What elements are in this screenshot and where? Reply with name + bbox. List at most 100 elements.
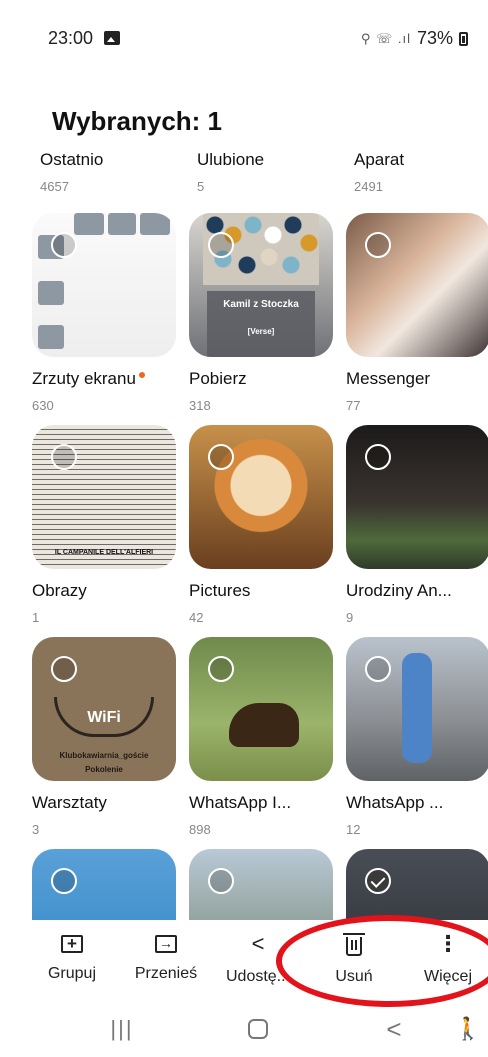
group-button[interactable]: Grupuj [32, 932, 112, 983]
status-indicators: ⚲ ☏ .ıl 73% [361, 28, 468, 49]
album-name: Obrazy [32, 581, 87, 600]
album-pobierz[interactable]: Kamil z Stoczka [Verse] Pobierz 318 [189, 213, 333, 413]
album-row4-1[interactable] [32, 849, 176, 920]
action-label: Usuń [335, 968, 373, 985]
album-ulubione[interactable]: Ulubione 5 [197, 152, 341, 194]
status-bar: 23:00 ⚲ ☏ .ıl 73% [0, 28, 488, 52]
system-nav-bar: ||| < 🚶 [0, 1000, 488, 1057]
select-circle[interactable] [365, 444, 391, 470]
album-thumbnail[interactable]: Kamil z Stoczka [Verse] [189, 213, 333, 357]
album-thumbnail[interactable] [189, 849, 333, 920]
album-name: Messenger [346, 369, 431, 388]
album-name: Ostatnio [40, 152, 104, 169]
back-icon: < [386, 1013, 402, 1044]
album-name: Ulubione [197, 152, 265, 169]
album-name: WhatsApp ... [346, 793, 444, 812]
album-count: 5 [197, 179, 205, 194]
new-items-dot [138, 372, 145, 378]
move-button[interactable]: Przenieś [126, 932, 206, 983]
album-whatsapp-other[interactable]: WhatsApp ... 12 [346, 637, 488, 837]
select-circle[interactable] [208, 656, 234, 682]
delete-button[interactable]: Usuń [314, 932, 394, 986]
dog-photo [229, 703, 299, 747]
album-count: 77 [346, 398, 361, 413]
album-warsztaty[interactable]: WiFi Klubokawiarnia_goście Pokolenie War… [32, 637, 176, 837]
album-whatsapp-images[interactable]: WhatsApp I... 898 [189, 637, 333, 837]
share-button[interactable]: < Udostę... [218, 932, 298, 986]
select-circle[interactable] [51, 444, 77, 470]
accessibility-icon: 🚶 [454, 1016, 482, 1041]
album-thumbnail[interactable] [346, 213, 488, 357]
album-thumbnail[interactable] [32, 849, 176, 920]
album-name: Aparat [354, 152, 405, 169]
thumb-title: WiFi [87, 709, 121, 726]
album-zrzuty-ekranu[interactable]: Zrzuty ekranu 630 [32, 213, 176, 413]
album-pictures[interactable]: Pictures 42 [189, 425, 333, 625]
album-count: 1 [32, 610, 40, 625]
album-count: 318 [189, 398, 211, 413]
move-icon [155, 935, 177, 953]
album-count: 2491 [354, 179, 383, 194]
album-thumbnail[interactable] [189, 637, 333, 781]
more-button[interactable]: ⋮ Więcej [408, 932, 488, 986]
album-aparat[interactable]: Aparat 2491 [354, 152, 488, 194]
recent-apps-button[interactable]: ||| [102, 1014, 142, 1044]
album-obrazy[interactable]: IL CAMPANILE DELL'ALFIERI Obrazy 1 [32, 425, 176, 625]
album-count: 12 [346, 822, 361, 837]
album-thumbnail[interactable] [346, 425, 488, 569]
selected-check-icon[interactable] [365, 868, 391, 894]
album-name: Pobierz [189, 369, 247, 388]
action-label: Grupuj [47, 965, 97, 982]
thumb-caption: IL CAMPANILE DELL'ALFIERI [54, 549, 154, 556]
album-thumbnail[interactable] [346, 849, 488, 920]
status-time: 23:00 [48, 28, 94, 48]
selection-action-bar: Grupuj Przenieś < Udostę... Usuń ⋮ Więce… [0, 920, 488, 1000]
album-row4-3-selected[interactable] [346, 849, 488, 920]
select-circle[interactable] [51, 656, 77, 682]
select-circle[interactable] [51, 868, 77, 894]
back-button[interactable]: < [374, 1014, 414, 1044]
thumb-subtitle: [Verse] [247, 327, 275, 336]
album-urodziny[interactable]: Urodziny An... 9 [346, 425, 488, 625]
thumb-subcaption: Pokolenie [85, 765, 123, 774]
select-circle[interactable] [51, 232, 77, 258]
album-count: 3 [32, 822, 40, 837]
album-name: Pictures [189, 581, 251, 600]
share-icon: < [251, 931, 265, 956]
network-signal-icon: ⚲ ☏ .ıl [360, 30, 411, 46]
album-row4-2[interactable] [189, 849, 333, 920]
album-name: Urodziny An... [346, 581, 452, 600]
select-circle[interactable] [208, 868, 234, 894]
album-thumbnail[interactable] [189, 425, 333, 569]
album-count: 4657 [40, 179, 69, 194]
select-circle[interactable] [365, 656, 391, 682]
person-photo [402, 653, 432, 763]
album-count: 898 [189, 822, 211, 837]
album-thumbnail[interactable]: WiFi Klubokawiarnia_goście Pokolenie [32, 637, 176, 781]
album-grid[interactable]: Ostatnio 4657 Ulubione 5 Aparat 2491 Zrz… [0, 152, 488, 920]
album-name: Zrzuty ekranu [32, 369, 136, 388]
group-icon [61, 934, 83, 954]
battery-level: 73% [416, 28, 453, 48]
album-count: 42 [189, 610, 204, 625]
album-messenger[interactable]: Messenger 77 [346, 213, 488, 413]
action-label: Udostę... [225, 968, 291, 985]
gallery-notification-icon [104, 31, 120, 45]
album-name: WhatsApp I... [189, 793, 292, 812]
album-name: Warsztaty [32, 793, 107, 812]
action-label: Więcej [423, 968, 472, 985]
home-button[interactable] [238, 1014, 278, 1044]
recent-apps-icon: ||| [110, 1016, 134, 1041]
select-circle[interactable] [208, 232, 234, 258]
album-thumbnail[interactable] [32, 213, 176, 357]
album-thumbnail[interactable]: IL CAMPANILE DELL'ALFIERI [32, 425, 176, 569]
thumb-caption: Klubokawiarnia_goście [59, 751, 149, 760]
page-title: Wybranych: 1 [52, 106, 223, 136]
accessibility-button[interactable]: 🚶 [448, 1014, 488, 1044]
select-circle[interactable] [365, 232, 391, 258]
select-circle[interactable] [208, 444, 234, 470]
thumb-title: Kamil z Stoczka [223, 299, 299, 310]
album-thumbnail[interactable] [346, 637, 488, 781]
home-icon [248, 1019, 268, 1039]
album-ostatnio[interactable]: Ostatnio 4657 [40, 152, 184, 194]
